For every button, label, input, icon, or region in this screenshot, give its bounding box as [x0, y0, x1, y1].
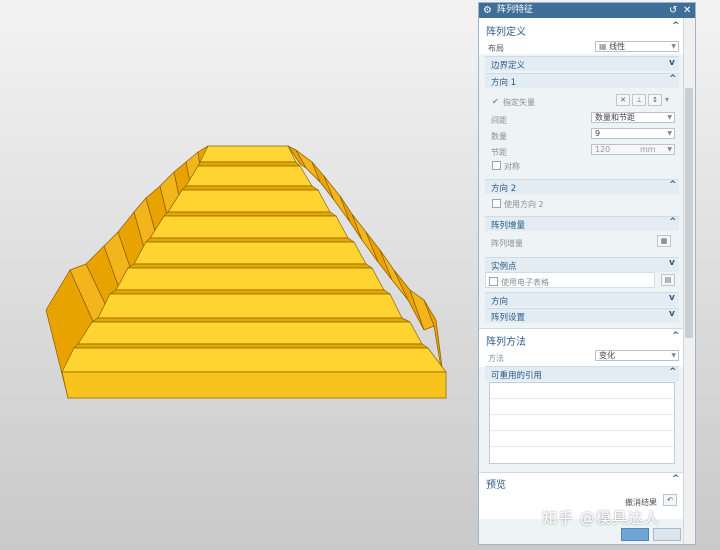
- chevron-down-icon[interactable]: v: [669, 58, 675, 68]
- undo-icon[interactable]: ↶: [663, 494, 677, 506]
- pitch-input[interactable]: 120 mm ▼: [591, 144, 675, 155]
- checkmark-icon: ✔: [492, 97, 499, 106]
- dialog-content: 阵列定义 ^ 布局 ▦ 线性 ▼ 边界定义 v 方向 1 ^ ✔ 指定矢量 ✕ …: [479, 18, 683, 544]
- section-title-preview[interactable]: 预览: [486, 476, 506, 491]
- dialog-title: 阵列特征: [497, 5, 534, 15]
- chevron-up-icon[interactable]: ^: [669, 180, 677, 190]
- chevron-down-icon: ▼: [667, 130, 672, 137]
- count-input[interactable]: 9 ▼: [591, 128, 675, 139]
- spacing-label: 间距: [491, 116, 507, 125]
- orientation-header[interactable]: [485, 292, 679, 307]
- section-title-pattern-definition[interactable]: 阵列定义: [486, 23, 526, 38]
- method-label: 方法: [488, 354, 504, 363]
- chevron-down-icon: ▼: [671, 43, 676, 50]
- chevron-up-icon[interactable]: ^: [672, 474, 680, 484]
- chevron-up-icon[interactable]: ^: [672, 21, 680, 31]
- chevron-up-icon[interactable]: ^: [672, 331, 680, 341]
- spacing-dropdown[interactable]: 数量和节距 ▼: [591, 112, 675, 123]
- scrollbar-thumb[interactable]: [685, 88, 693, 338]
- close-icon[interactable]: ✕: [683, 3, 691, 18]
- vector-dialog-icon[interactable]: ✕: [616, 94, 630, 106]
- chevron-down-icon: ▼: [667, 146, 672, 153]
- chevron-up-icon[interactable]: ^: [669, 367, 677, 377]
- graphics-viewport[interactable]: [0, 0, 478, 550]
- axis-icon[interactable]: ⊥: [632, 94, 646, 106]
- spreadsheet-icon[interactable]: ▤: [661, 274, 675, 286]
- use-direction2-checkbox[interactable]: [492, 199, 501, 208]
- subsection-pattern-settings[interactable]: 阵列设置: [491, 311, 525, 323]
- layout-value: 线性: [609, 42, 626, 51]
- reset-icon[interactable]: ↺: [669, 3, 677, 18]
- layout-label: 布局: [488, 44, 504, 53]
- reverse-direction-icon[interactable]: ↕: [648, 94, 662, 106]
- ok-button[interactable]: [621, 528, 649, 541]
- subsection-direction1[interactable]: 方向 1: [491, 76, 516, 88]
- pitch-label: 节距: [491, 148, 507, 157]
- pitch-unit: mm: [640, 145, 656, 154]
- chevron-down-icon[interactable]: v: [669, 309, 675, 319]
- subsection-pattern-increment[interactable]: 阵列增量: [491, 219, 525, 231]
- pitch-value: 120: [595, 145, 611, 154]
- subsection-orientation[interactable]: 方向: [491, 295, 508, 307]
- method-dropdown[interactable]: 变化 ▼: [595, 350, 679, 361]
- subsection-direction2[interactable]: 方向 2: [491, 182, 516, 194]
- chevron-down-icon[interactable]: v: [669, 258, 675, 268]
- symmetric-label: 对称: [504, 162, 520, 171]
- method-value: 变化: [599, 351, 615, 360]
- count-value: 9: [595, 129, 601, 138]
- chevron-down-icon: ▼: [667, 114, 672, 121]
- reusable-refs-list[interactable]: [489, 382, 675, 464]
- dialog-title-bar[interactable]: ⚙ 阵列特征 ↺ ✕: [479, 3, 695, 18]
- dialog-scrollbar[interactable]: [683, 18, 695, 544]
- subsection-boundary-definition[interactable]: 边界定义: [491, 59, 525, 71]
- layout-dropdown[interactable]: ▦ 线性 ▼: [595, 41, 679, 52]
- count-label: 数量: [491, 132, 507, 141]
- specify-vector-label: 指定矢量: [503, 98, 535, 107]
- increment-table-icon[interactable]: ▦: [657, 235, 671, 247]
- gear-icon[interactable]: ⚙: [483, 3, 492, 18]
- use-direction2-label: 使用方向 2: [504, 200, 544, 209]
- pattern-increment-label: 阵列增量: [491, 239, 523, 248]
- subsection-instance-points[interactable]: 实例点: [491, 260, 517, 272]
- subsection-reusable-refs[interactable]: 可重用的引用: [491, 369, 542, 381]
- chevron-down-icon: ▼: [671, 352, 676, 359]
- stepped-pyramid-model[interactable]: [0, 0, 478, 550]
- section-title-pattern-method[interactable]: 阵列方法: [486, 333, 526, 348]
- symmetric-checkbox[interactable]: [492, 161, 501, 170]
- use-spreadsheet-checkbox[interactable]: [489, 277, 498, 286]
- grid-icon: ▦: [599, 42, 610, 51]
- chevron-up-icon[interactable]: ^: [669, 217, 677, 227]
- pattern-feature-dialog: ⚙ 阵列特征 ↺ ✕ 阵列定义 ^ 布局 ▦ 线性 ▼ 边界定义 v 方向 1 …: [478, 2, 696, 545]
- chevron-down-icon[interactable]: ▾: [665, 95, 669, 104]
- watermark: 知乎 @模具达人: [542, 509, 660, 527]
- cancel-button[interactable]: [653, 528, 681, 541]
- spacing-value: 数量和节距: [595, 113, 635, 122]
- chevron-down-icon[interactable]: v: [669, 293, 675, 303]
- use-spreadsheet-label: 使用电子表格: [501, 278, 549, 287]
- chevron-up-icon[interactable]: ^: [669, 74, 677, 84]
